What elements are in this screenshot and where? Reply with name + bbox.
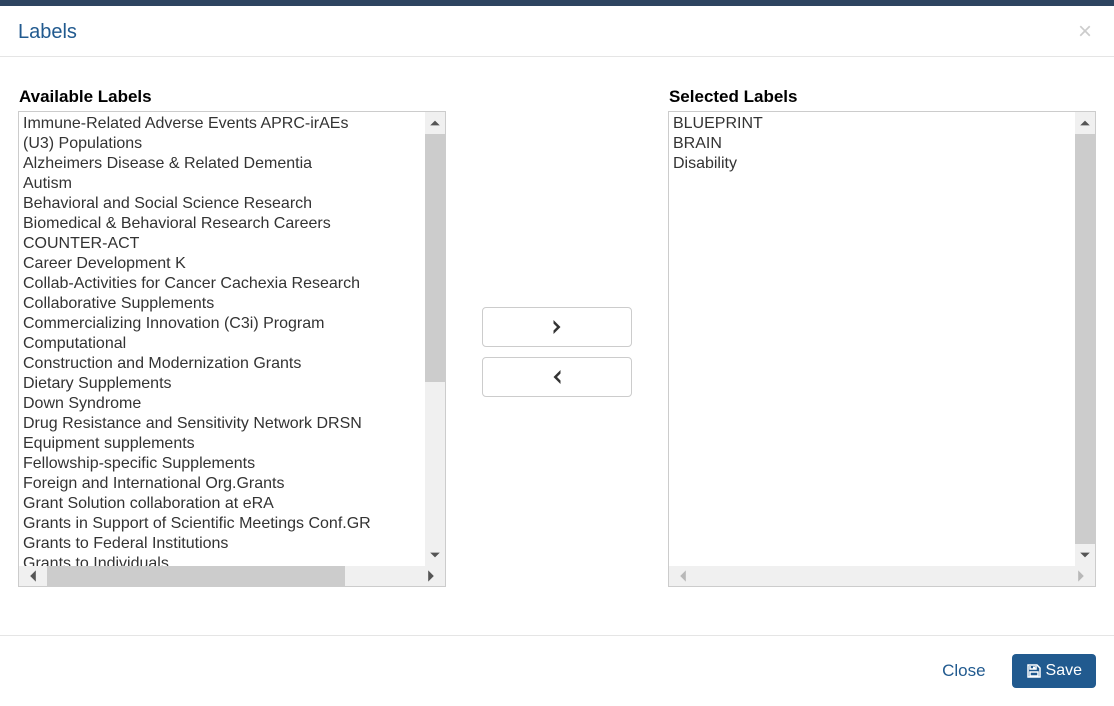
list-item[interactable]: Grants in Support of Scientific Meetings…	[23, 514, 421, 534]
scroll-track-h[interactable]	[697, 566, 1067, 586]
available-labels-panel: Available Labels Immune-Related Adverse …	[18, 87, 446, 587]
list-item[interactable]: Biomedical & Behavioral Research Careers	[23, 214, 421, 234]
modal-header: Labels ×	[0, 6, 1114, 57]
close-button[interactable]: Close	[934, 655, 993, 687]
list-item[interactable]: Grants to Federal Institutions	[23, 534, 421, 554]
scroll-thumb[interactable]	[425, 134, 445, 382]
scroll-track[interactable]	[425, 134, 445, 544]
scroll-right-icon[interactable]	[417, 566, 445, 586]
modal-footer: Close Save	[0, 635, 1114, 706]
list-item[interactable]: Behavioral and Social Science Research	[23, 194, 421, 214]
vertical-scrollbar[interactable]	[425, 112, 445, 566]
transfer-controls	[446, 87, 668, 587]
modal-body: Available Labels Immune-Related Adverse …	[0, 57, 1114, 607]
close-icon[interactable]: ×	[1074, 20, 1096, 44]
list-item[interactable]: Collab-Activities for Cancer Cachexia Re…	[23, 274, 421, 294]
scroll-down-icon[interactable]	[1075, 544, 1095, 566]
available-labels-listbox[interactable]: Immune-Related Adverse Events APRC-irAEs…	[18, 111, 446, 587]
scroll-down-icon[interactable]	[425, 544, 445, 566]
list-item[interactable]: Computational	[23, 334, 421, 354]
list-item[interactable]: Equipment supplements	[23, 434, 421, 454]
list-item[interactable]: Alzheimers Disease & Related Dementia	[23, 154, 421, 174]
list-item[interactable]: Immune-Related Adverse Events APRC-irAEs	[23, 114, 421, 134]
list-item[interactable]: BLUEPRINT	[673, 114, 1071, 134]
save-button[interactable]: Save	[1012, 654, 1096, 688]
available-labels-title: Available Labels	[18, 87, 446, 107]
scroll-thumb[interactable]	[1075, 134, 1095, 544]
list-item[interactable]: Fellowship-specific Supplements	[23, 454, 421, 474]
move-left-button[interactable]	[482, 357, 632, 397]
list-item[interactable]: COUNTER-ACT	[23, 234, 421, 254]
list-item[interactable]: Disability	[673, 154, 1071, 174]
list-item[interactable]: Drug Resistance and Sensitivity Network …	[23, 414, 421, 434]
vertical-scrollbar[interactable]	[1075, 112, 1095, 566]
list-item[interactable]: (U3) Populations	[23, 134, 421, 154]
scroll-right-icon[interactable]	[1067, 566, 1095, 586]
scroll-up-icon[interactable]	[425, 112, 445, 134]
scroll-thumb-h[interactable]	[47, 566, 345, 586]
scroll-track[interactable]	[1075, 134, 1095, 544]
list-item[interactable]: Autism	[23, 174, 421, 194]
save-button-label: Save	[1046, 662, 1082, 680]
modal-title: Labels	[18, 21, 77, 44]
scroll-left-icon[interactable]	[669, 566, 697, 586]
scroll-up-icon[interactable]	[1075, 112, 1095, 134]
horizontal-scrollbar[interactable]	[669, 566, 1095, 586]
list-item[interactable]: Grants to Individuals	[23, 554, 421, 566]
list-item[interactable]: Construction and Modernization Grants	[23, 354, 421, 374]
selected-labels-title: Selected Labels	[668, 87, 1096, 107]
list-item[interactable]: Grant Solution collaboration at eRA	[23, 494, 421, 514]
list-item[interactable]: Collaborative Supplements	[23, 294, 421, 314]
list-item[interactable]: Dietary Supplements	[23, 374, 421, 394]
scroll-left-icon[interactable]	[19, 566, 47, 586]
selected-labels-listbox[interactable]: BLUEPRINTBRAINDisability	[668, 111, 1096, 587]
list-item[interactable]: Career Development K	[23, 254, 421, 274]
horizontal-scrollbar[interactable]	[19, 566, 445, 586]
list-item[interactable]: Down Syndrome	[23, 394, 421, 414]
save-icon	[1026, 663, 1042, 679]
selected-labels-panel: Selected Labels BLUEPRINTBRAINDisability	[668, 87, 1096, 587]
list-item[interactable]: Foreign and International Org.Grants	[23, 474, 421, 494]
move-right-button[interactable]	[482, 307, 632, 347]
list-item[interactable]: Commercializing Innovation (C3i) Program	[23, 314, 421, 334]
scroll-track-h[interactable]	[47, 566, 417, 586]
list-item[interactable]: BRAIN	[673, 134, 1071, 154]
